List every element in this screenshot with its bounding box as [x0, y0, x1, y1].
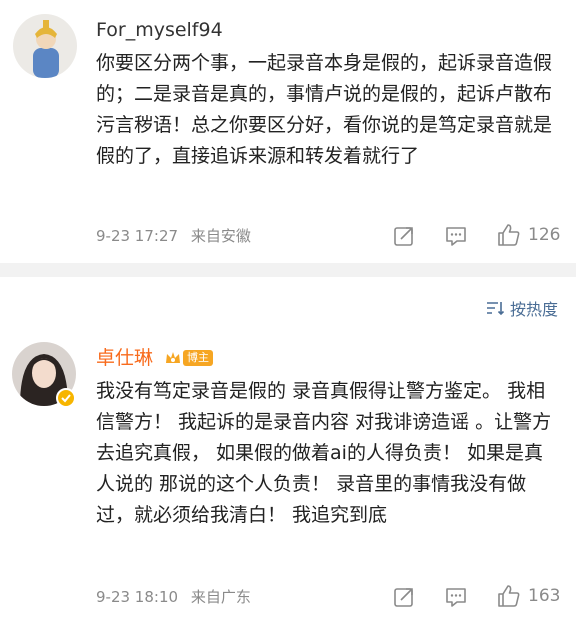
- share-button[interactable]: [392, 585, 416, 609]
- comment-icon: [446, 588, 466, 607]
- crown-icon: [166, 352, 180, 363]
- username[interactable]: 卓仕琳: [96, 346, 153, 370]
- verified-icon: [56, 388, 76, 408]
- comment-icon: [446, 227, 466, 246]
- section-divider: [0, 263, 576, 277]
- comment-location: 来自安徽: [190, 227, 251, 245]
- comment-time: 9-23 17:27: [96, 227, 179, 245]
- comment-text: 你要区分两个事，一起录音本身是假的，起诉录音造假的；二是录音是真的，事情卢说的是…: [96, 52, 553, 167]
- like-button[interactable]: 163: [496, 583, 560, 609]
- avatar[interactable]: [13, 14, 77, 78]
- share-button[interactable]: [392, 224, 416, 248]
- reply-button[interactable]: [444, 224, 468, 248]
- comment-location: 来自广东: [190, 588, 251, 606]
- like-count: 163: [528, 586, 561, 606]
- comment-text: 我没有笃定录音是假的 录音真假得让警方鉴定。 我相信警方！ 我起诉的是录音内容 …: [96, 380, 552, 526]
- share-icon: [394, 227, 413, 246]
- like-button[interactable]: 126: [496, 222, 560, 248]
- like-count: 126: [528, 225, 561, 245]
- username[interactable]: For_myself94: [96, 18, 223, 42]
- badge-label: 博主: [183, 350, 213, 366]
- like-icon: [498, 224, 520, 246]
- comment-1: For_myself94 你要区分两个事，一起录音本身是假的，起诉录音造假的；二…: [0, 0, 576, 263]
- comment-time: 9-23 18:10: [96, 588, 179, 606]
- like-icon: [498, 585, 520, 607]
- blogger-badge: 博主: [164, 349, 213, 367]
- share-icon: [394, 588, 413, 607]
- comment-2: 卓仕琳 博主 我没有笃定录音是假的 录音真假得让警方鉴定。 我相信警方！ 我起诉…: [0, 277, 576, 621]
- comment-meta: 9-23 17:27 来自安徽: [96, 226, 251, 246]
- comment-meta: 9-23 18:10 来自广东: [96, 587, 251, 607]
- reply-button[interactable]: [444, 585, 468, 609]
